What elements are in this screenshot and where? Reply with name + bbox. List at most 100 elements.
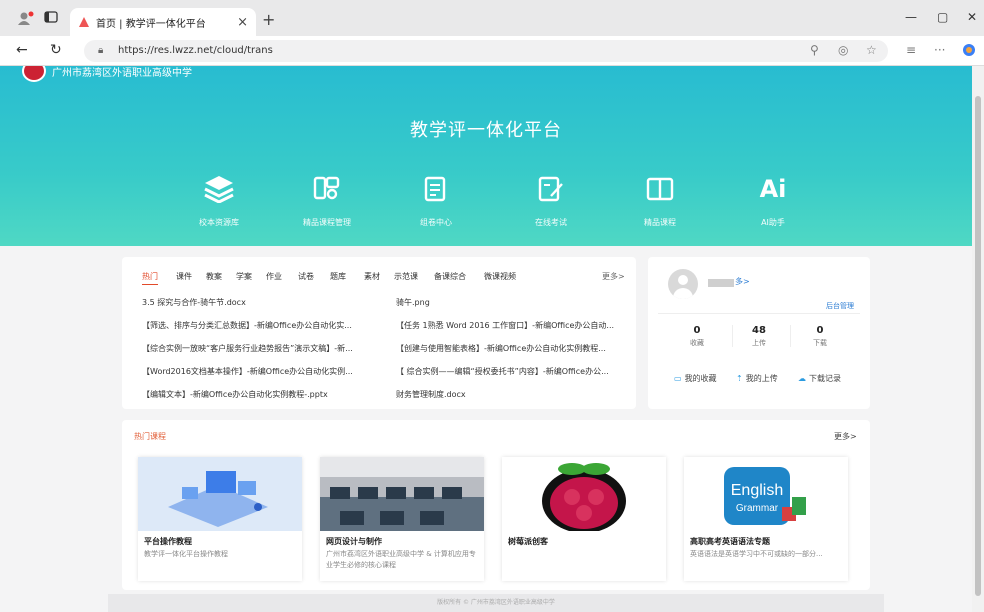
copilot-icon[interactable] [962,43,976,60]
close-window-icon[interactable]: ✕ [967,10,977,24]
tab-prep-general[interactable]: 备课综合 [434,271,466,282]
tab-close-icon[interactable]: × [237,15,248,30]
ai-icon: Ai [759,175,787,203]
upload-file-icon: ⇡ [736,374,743,383]
course-card[interactable]: English Grammar 高职高考英语语法专题 英语语法是英语学习中不可或… [684,457,848,581]
download-history-link[interactable]: ☁ 下载记录 [798,373,841,384]
browser-tab-bar: 首页 | 教学评一体化平台 × + — ▢ ✕ [0,0,984,36]
school-logo[interactable]: 广州市荔湾区外语职业高级中学 [22,66,192,82]
resource-more-link[interactable]: 更多> [602,271,625,282]
list-item[interactable]: 【 综合实例——编辑“授权委托书”内容】-新编Office办公... [396,366,609,377]
course-card[interactable]: 平台操作教程 教学评一体化平台操作教程 [138,457,302,581]
tab-hot[interactable]: 热门 [142,271,158,285]
tab-study-plan[interactable]: 学案 [236,271,252,282]
list-item[interactable]: 【筛选、排序与分类汇总数据】-新编Office办公自动化实... [142,320,352,331]
course-name: 树莓派创客 [508,537,548,546]
course-description: 广州市荔湾区外语职业高级中学 & 计算机应用专业学生必修的核心课程 [326,550,476,569]
maximize-icon[interactable]: ▢ [937,10,948,24]
divider [732,325,733,347]
minimize-icon[interactable]: — [905,10,917,24]
list-item[interactable]: 【Word2016文档基本操作】-新编Office办公自动化实例... [142,366,353,377]
new-tab-button[interactable]: + [262,10,275,29]
browser-tab-active[interactable]: 首页 | 教学评一体化平台 × [70,8,256,36]
address-input[interactable]: 🔒︎ https://res.lwzz.net/cloud/trans [84,40,888,62]
stat-uploads[interactable]: 48 上传 [734,325,784,348]
feature-label: AI助手 [761,218,785,227]
folder-icon: ▭ [674,374,682,383]
school-emblem-icon [22,66,46,82]
list-item[interactable]: 财务管理制度.docx [396,389,466,400]
footer-copyright: 版权所有 © 广州市荔湾区外语职业高级中学 [108,594,884,612]
resource-panel: 热门 课件 教案 学案 作业 试卷 题库 素材 示范课 备课综合 微课视频 更多… [122,257,636,409]
course-description: 英语语法是英语学习中不可或缺的一部分... [690,550,823,558]
feature-quality-courses[interactable]: 精品课程 [610,172,710,228]
feature-label: 精品课程管理 [303,218,351,227]
tab-micro-video[interactable]: 微课视频 [484,271,516,282]
feature-nav: 校本资源库 精品课程管理 组卷中心 在线考试 精品课程 Ai AI助手 [160,172,820,232]
avatar[interactable] [668,269,698,299]
tab-demo-lesson[interactable]: 示范课 [394,271,418,282]
tab-homework[interactable]: 作业 [266,271,282,282]
feature-label: 校本资源库 [199,218,239,227]
feature-resource-library[interactable]: 校本资源库 [169,172,269,228]
list-item[interactable]: 【任务 1熟悉 Word 2016 工作窗口】-新编Office办公自动... [396,320,614,331]
page-content: 广州市荔湾区外语职业高级中学 教学评一体化平台 校本资源库 精品课程管理 组卷中… [0,66,972,612]
courses-more-link[interactable]: 更多> [834,431,857,442]
tab-lesson-plan[interactable]: 教案 [206,271,222,282]
course-manage-icon [277,172,377,206]
course-description: 教学评一体化平台操作教程 [144,550,228,558]
feature-paper-center[interactable]: 组卷中心 [386,172,486,228]
course-card[interactable]: 树莓派创客 [502,457,666,581]
stat-value: 0 [816,325,824,336]
tab-materials[interactable]: 素材 [364,271,380,282]
platform-title: 教学评一体化平台 [410,120,562,141]
feature-online-exam[interactable]: 在线考试 [501,172,601,228]
profile-icon[interactable] [18,11,34,28]
grammar-text: Grammar [736,503,779,514]
layers-icon [169,172,269,206]
course-thumbnail [138,457,302,531]
tab-courseware[interactable]: 课件 [176,271,192,282]
username-link[interactable]: 多> [735,276,750,287]
list-item[interactable]: 【创建与使用智能表格】-新编Office办公自动化实例教程... [396,343,606,354]
tab-question-bank[interactable]: 题库 [330,271,346,282]
school-name: 广州市荔湾区外语职业高级中学 [52,67,192,79]
feature-label: 精品课程 [644,218,676,227]
link-label: 我的上传 [745,374,778,383]
tab-exam-paper[interactable]: 试卷 [298,271,314,282]
my-uploads-link[interactable]: ⇡ 我的上传 [736,373,778,384]
cloud-download-icon: ☁ [798,374,806,383]
course-card[interactable]: 网页设计与制作 广州市荔湾区外语职业高级中学 & 计算机应用专业学生必修的核心课… [320,457,484,581]
stat-label: 下载 [813,339,827,347]
favorite-star-icon[interactable]: ☆ [866,43,877,57]
feature-label: 组卷中心 [420,218,452,227]
course-name: 平台操作教程 [144,537,192,546]
list-item[interactable]: 骑午.png [396,297,430,308]
stat-downloads[interactable]: 0 下载 [795,325,845,348]
back-icon[interactable]: ← [16,42,28,58]
scrollbar-thumb[interactable] [975,96,981,596]
address-toolbar: ← ↻ 🔒︎ https://res.lwzz.net/cloud/trans … [0,36,984,66]
more-menu-icon[interactable]: ··· [934,43,945,57]
stat-favorites[interactable]: 0 收藏 [672,325,722,348]
section-title: 热门课程 [134,432,166,441]
list-item[interactable]: 3.5 探究与合作-骑午节.docx [142,297,246,308]
read-aloud-icon[interactable]: ◎ [838,43,848,57]
course-thumbnail [320,457,484,531]
admin-link[interactable]: 后台管理 [826,301,854,311]
open-book-icon [610,172,710,206]
list-item[interactable]: 【综合实例一放映“客户服务行业趋势报告”演示文稿】-新... [142,343,353,354]
resource-tabs: 热门 课件 教案 学案 作业 试卷 题库 素材 示范课 备课综合 微课视频 [142,271,622,285]
feature-course-management[interactable]: 精品课程管理 [277,172,377,228]
feature-ai-assistant[interactable]: Ai AI助手 [723,172,823,228]
zoom-icon[interactable]: ⚲ [810,43,819,57]
refresh-icon[interactable]: ↻ [50,42,62,58]
page-scrollbar[interactable] [972,66,984,612]
my-favorites-link[interactable]: ▭ 我的收藏 [674,373,717,384]
tab-actions-icon[interactable] [44,11,58,26]
divider [790,325,791,347]
favorites-list-icon[interactable]: ≡ [906,43,916,57]
hero-banner: 广州市荔湾区外语职业高级中学 教学评一体化平台 校本资源库 精品课程管理 组卷中… [0,66,972,246]
list-item[interactable]: 【编辑文本】-新编Office办公自动化实例教程-.pptx [142,389,328,400]
username-redacted [708,279,734,287]
